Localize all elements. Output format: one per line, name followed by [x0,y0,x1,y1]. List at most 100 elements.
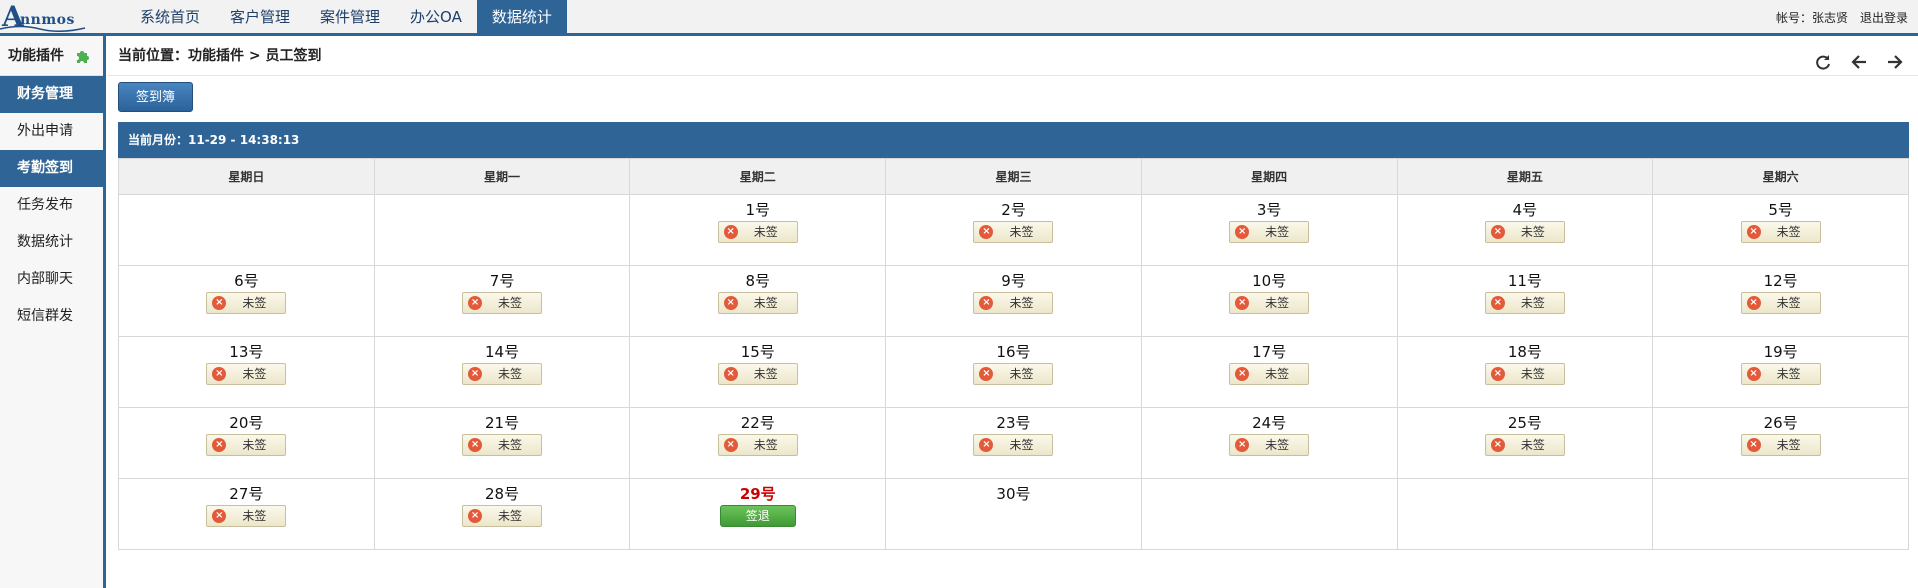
close-circle-icon: × [468,367,483,381]
unsigned-status-button[interactable]: × 未签 [1229,363,1310,385]
unsigned-status-button[interactable]: × 未签 [717,221,798,243]
sidebar-item[interactable]: 内部聊天 [0,261,103,298]
status-label: 未签 [498,509,523,523]
account-user[interactable]: 帐号：张志贤 [1776,0,1848,33]
sidebar-title-label: 功能插件 [8,48,64,64]
weekday-header: 星期二 [629,158,887,195]
calendar-day-cell [373,194,631,266]
day-number: 23号 [996,414,1031,432]
day-number: 18号 [1507,343,1542,361]
day-number: 4号 [1512,201,1538,219]
unsigned-status-button[interactable]: × 未签 [973,292,1054,314]
unsigned-status-button[interactable]: × 未签 [973,434,1054,456]
top-nav: 系统首页 客户管理 案件管理 办公OA 数据统计 [125,0,567,33]
unsigned-status-button[interactable]: × 未签 [973,221,1054,243]
day-number: 1号 [745,201,771,219]
day-number: 3号 [1256,201,1282,219]
day-number: 9号 [1001,272,1026,290]
nav-tab[interactable]: 数据统计 [476,0,567,33]
unsigned-status-button[interactable]: × 未签 [717,434,798,456]
sidebar-title: 功能插件 [0,36,103,76]
unsigned-status-button[interactable]: × 未签 [462,434,543,456]
calendar-day-cell: 7号 × 未签 [373,265,631,337]
calendar-week-row: 1号 × 未签 2号 × 未签 3号 × 未签 4号 × 未签 5号 × 未签 [118,194,1909,266]
calendar-day-cell: 12号 × 未签 [1652,265,1909,337]
day-number: 27号 [229,485,264,503]
weekday-header: 星期六 [1652,158,1909,195]
day-number: 12号 [1763,272,1798,290]
unsigned-status-button[interactable]: × 未签 [462,505,543,527]
status-label: 未签 [753,367,778,381]
close-circle-icon: × [1235,225,1250,239]
attendance-calendar: 当前月份：11-29 - 14:38:13 星期日 星期一 星期二 星期三 星期四 星期五… [118,122,1909,550]
unsigned-status-button[interactable]: × 未签 [462,363,543,385]
sign-book-button[interactable]: 签到簿 [118,82,193,112]
close-circle-icon: × [979,225,994,239]
status-label: 未签 [1776,296,1801,310]
close-circle-icon: × [1490,296,1505,310]
unsigned-status-button[interactable]: × 未签 [1484,221,1565,243]
day-number: 22号 [740,414,775,432]
close-circle-icon: × [1746,438,1761,452]
nav-tab[interactable]: 系统首页 [125,0,215,33]
unsigned-status-button[interactable]: × 未签 [206,292,287,314]
unsigned-status-button[interactable]: × 未签 [1229,434,1310,456]
unsigned-status-button[interactable]: × 未签 [206,434,287,456]
calendar-day-cell: 25号 × 未签 [1396,407,1654,479]
sidebar-item[interactable]: 短信群发 [0,298,103,335]
unsigned-status-button[interactable]: × 未签 [462,292,543,314]
unsigned-status-button[interactable]: × 未签 [1740,363,1821,385]
day-number: 10号 [1252,272,1287,290]
close-circle-icon: × [468,509,483,523]
status-label: 未签 [1776,438,1801,452]
status-label: 未签 [1009,367,1034,381]
status-label: 未签 [498,296,523,310]
signout-button[interactable]: 签退 [719,505,796,527]
unsigned-status-button[interactable]: × 未签 [973,363,1054,385]
calendar-week-row: 6号 × 未签 7号 × 未签 8号 × 未签 9号 × 未签 10号 × 未签 11号 × 未签 12号 × 未签 [118,265,1909,337]
calendar-header: 当前月份：11-29 - 14:38:13 [118,122,1909,158]
sidebar: 功能插件 财务管理 外出申请 考勤签到 任务发布 数据统计 内部聊天 短信群发 [0,36,106,588]
sidebar-item[interactable]: 任务发布 [0,187,103,224]
refresh-icon[interactable] [1814,47,1832,70]
unsigned-status-button[interactable]: × 未签 [1484,363,1565,385]
unsigned-status-button[interactable]: × 未签 [206,505,287,527]
nav-tab[interactable]: 客户管理 [215,0,305,33]
calendar-day-cell: 6号 × 未签 [118,265,375,337]
unsigned-status-button[interactable]: × 未签 [1229,221,1310,243]
unsigned-status-button[interactable]: × 未签 [1740,434,1821,456]
weekday-row: 星期日 星期一 星期二 星期三 星期四 星期五 星期六 [118,158,1909,195]
unsigned-status-button[interactable]: × 未签 [1229,292,1310,314]
status-label: 未签 [1776,367,1801,381]
status-label: 未签 [753,296,778,310]
unsigned-status-button[interactable]: × 未签 [206,363,287,385]
nav-tab[interactable]: 案件管理 [305,0,395,33]
unsigned-status-button[interactable]: × 未签 [717,363,798,385]
status-label: 未签 [1265,367,1290,381]
status-label: 未签 [1009,225,1034,239]
logout-link[interactable]: 退出登录 [1860,0,1908,33]
nav-tab[interactable]: 办公OA [395,0,477,33]
calendar-day-cell [1140,478,1398,550]
sidebar-item[interactable]: 外出申请 [0,113,103,150]
unsigned-status-button[interactable]: × 未签 [1484,292,1565,314]
day-number: 6号 [234,272,259,290]
calendar-day-cell: 3号 × 未签 [1140,194,1398,266]
status-label: 未签 [1520,438,1545,452]
unsigned-status-button[interactable]: × 未签 [717,292,798,314]
unsigned-status-button[interactable]: × 未签 [1740,292,1821,314]
day-number: 16号 [996,343,1031,361]
unsigned-status-button[interactable]: × 未签 [1740,221,1821,243]
close-circle-icon: × [979,367,994,381]
forward-arrow-icon[interactable] [1886,47,1904,69]
sidebar-item[interactable]: 考勤签到 [0,150,103,187]
breadcrumb-text: 当前位置：功能插件 > 员工签到 [118,48,322,64]
calendar-week-row: 13号 × 未签 14号 × 未签 15号 × 未签 16号 × 未签 17号 × 未签 18号 × 未签 19号 ×… [118,336,1909,408]
sidebar-item[interactable]: 财务管理 [0,76,103,113]
unsigned-status-button[interactable]: × 未签 [1484,434,1565,456]
close-circle-icon: × [212,438,227,452]
weekday-header: 星期三 [885,158,1142,195]
close-circle-icon: × [723,367,738,381]
sidebar-item[interactable]: 数据统计 [0,224,103,261]
back-arrow-icon[interactable] [1850,47,1868,69]
